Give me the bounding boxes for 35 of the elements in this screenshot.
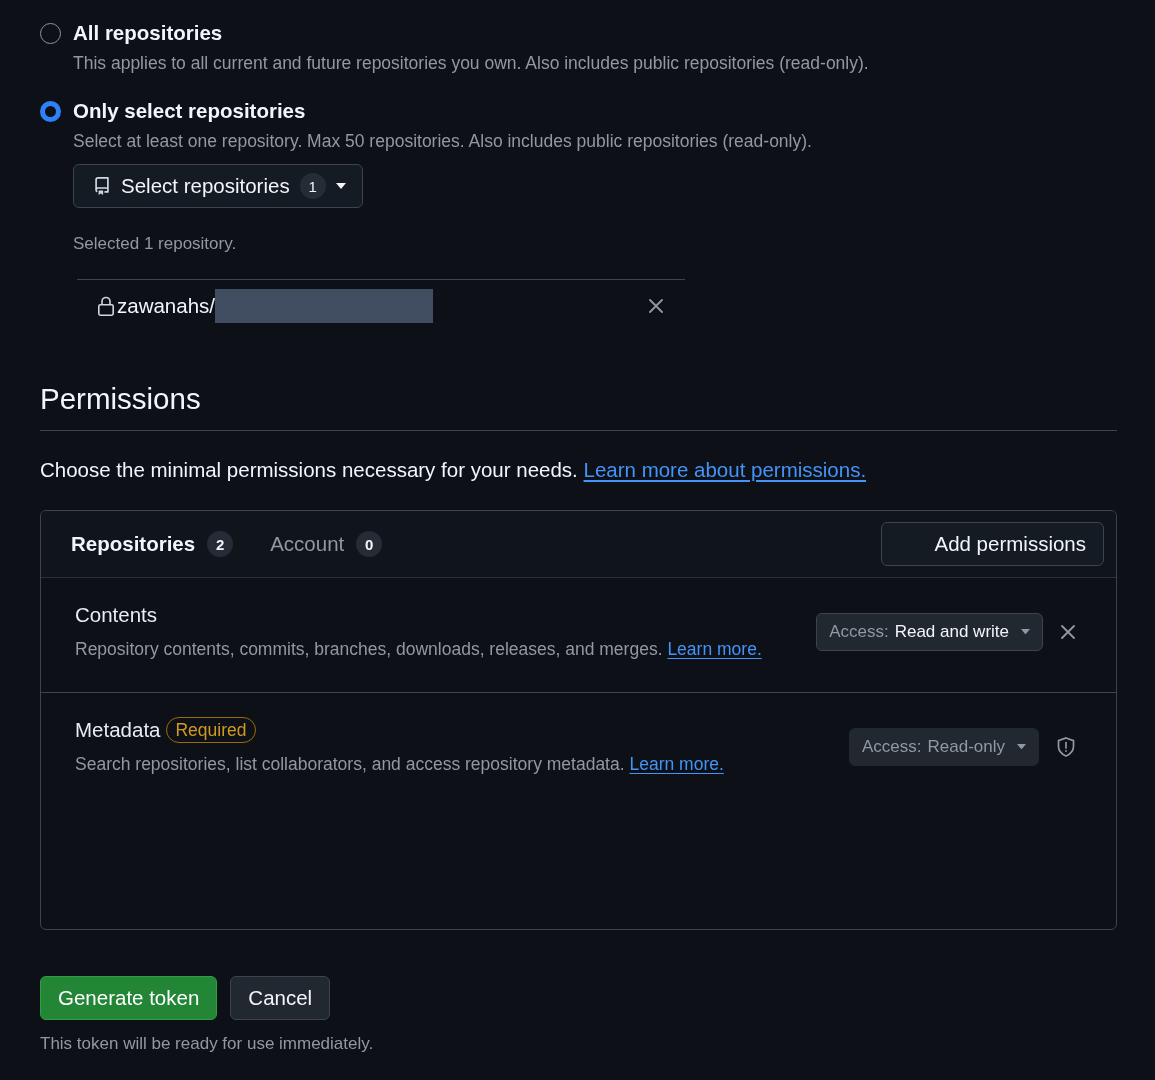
select-repositories-button[interactable]: Select repositories 1 — [73, 164, 363, 208]
counter: 0 — [356, 531, 383, 557]
radio-button[interactable] — [40, 23, 61, 44]
close-icon[interactable] — [1061, 624, 1075, 639]
permission-name: Metadata — [75, 718, 161, 742]
tab[interactable]: Account 0 — [270, 531, 383, 557]
learn-more-link[interactable]: Learn more about permissions. — [583, 458, 867, 481]
generate-button[interactable]: Generate token — [40, 976, 218, 1020]
option-label: Only select repositories — [73, 98, 307, 124]
caret-icon — [335, 183, 346, 189]
repo-name: zawanahs/ — [117, 294, 215, 318]
tab[interactable]: Repositories 2 — [71, 531, 234, 557]
caret-icon — [1021, 628, 1030, 635]
token-note: This token will be ready for use immediately. — [40, 1033, 375, 1055]
permission-description: Search repositories, list collaborators, and access repository metadata. Learn more. — [75, 753, 724, 776]
caret-icon — [1017, 743, 1026, 750]
permissions-intro: Choose the minimal permissions necessary for your needs. Learn more about permissions. — [40, 457, 868, 483]
cancel-button[interactable]: Cancel — [230, 976, 331, 1020]
radio-button[interactable] — [40, 101, 61, 122]
add-permissions-button[interactable]: Add permissions — [881, 522, 1104, 566]
option-description: This applies to all current and future repositories you own. Also includes public repositories (read-only). — [73, 52, 870, 75]
permission-description: Repository contents, commits, branches, downloads, releases, and merges. Learn more. — [75, 638, 762, 661]
option-description: Select at least one repository. Max 50 repositories. Also includes public repositories (read-only). — [73, 130, 813, 153]
access-dropdown[interactable]: Access: Read and write — [816, 612, 1043, 651]
option-label: All repositories — [73, 20, 224, 46]
selected-summary: Selected 1 repository. — [73, 233, 238, 255]
permission-name: Contents — [75, 603, 158, 627]
learn-more-link[interactable]: Learn more. — [629, 754, 724, 774]
lock-icon — [97, 296, 115, 316]
repo-icon — [93, 177, 111, 195]
counter: 1 — [299, 173, 326, 199]
learn-more-link[interactable]: Learn more. — [667, 639, 762, 659]
section-heading: Permissions — [40, 381, 1117, 431]
close-icon[interactable] — [649, 299, 663, 313]
counter: 2 — [207, 531, 234, 557]
